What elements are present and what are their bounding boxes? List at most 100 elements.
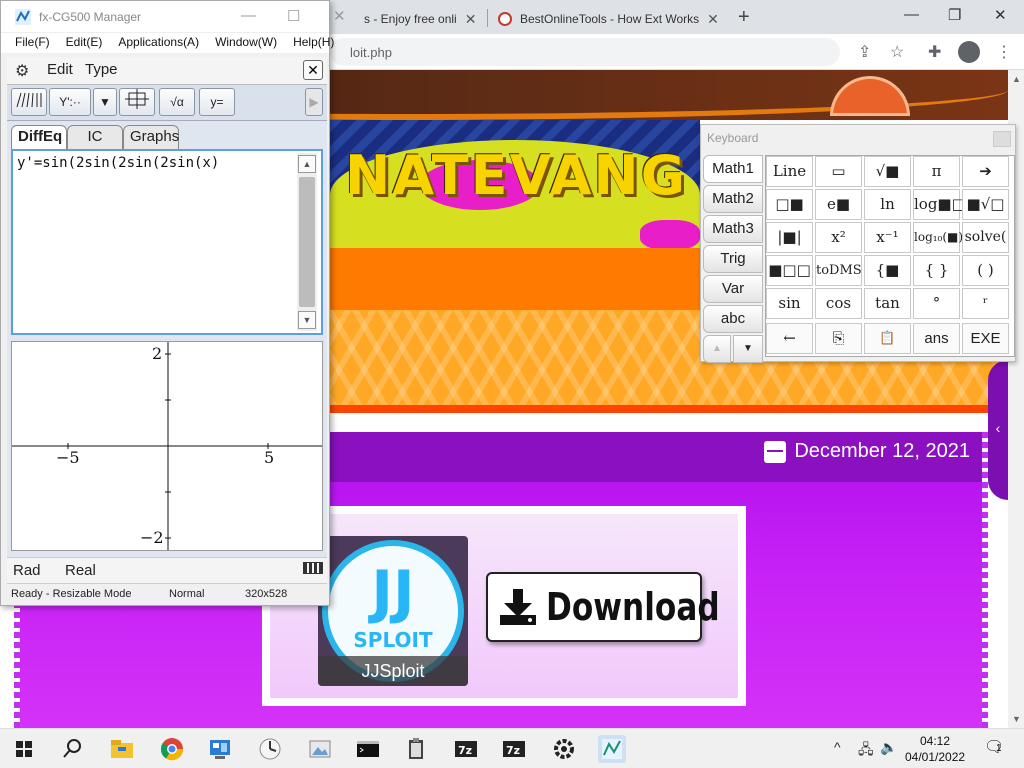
angle-mode[interactable]: Rad xyxy=(13,562,41,579)
tab-close-icon[interactable]: ✕ xyxy=(465,11,477,28)
key-store[interactable]: ➔ xyxy=(962,156,1009,187)
profile-avatar-icon[interactable] xyxy=(958,41,980,63)
kb-tab-math3[interactable]: Math3 xyxy=(703,215,763,243)
dropdown-chevron-icon[interactable]: ▼ xyxy=(93,88,117,116)
fx-minimize-button[interactable]: — xyxy=(241,7,256,24)
command-prompt-icon[interactable] xyxy=(354,735,382,763)
key-cos[interactable]: cos xyxy=(815,288,862,319)
toolbar-scroll-right-icon[interactable]: ▶ xyxy=(305,88,323,116)
key-log-base[interactable]: log■□ xyxy=(913,189,966,220)
key-sin[interactable]: sin xyxy=(766,288,813,319)
key-exe[interactable]: EXE xyxy=(962,323,1009,354)
notepad-clipboard-icon[interactable] xyxy=(402,735,430,763)
clock-app-icon[interactable] xyxy=(256,735,284,763)
browser-tab-bestonlinetools[interactable]: BestOnlineTools - How Ext Works ✕ xyxy=(498,4,719,34)
windows-start-icon[interactable] xyxy=(10,735,38,763)
tray-expand-icon[interactable]: ^ xyxy=(834,739,841,755)
volume-icon[interactable]: 🔈 xyxy=(880,739,897,756)
restore-button[interactable]: ❐ xyxy=(948,6,961,24)
menu-file[interactable]: File(F) xyxy=(15,33,50,53)
key-inverse[interactable]: x⁻¹ xyxy=(864,222,911,253)
kb-tab-var[interactable]: Var xyxy=(703,275,763,303)
key-solve[interactable]: solve( xyxy=(962,222,1009,253)
jjsploit-logo[interactable]: JJ SPLOIT JJSploit xyxy=(318,536,468,686)
key-square[interactable]: x² xyxy=(815,222,862,253)
browser-tab-games[interactable]: s - Enjoy free onli ✕ xyxy=(364,4,476,34)
number-mode[interactable]: Real xyxy=(65,562,96,579)
key-log10[interactable]: log₁₀(■) xyxy=(913,222,963,253)
key-todms[interactable]: toDMS xyxy=(815,255,862,286)
app-menu-edit[interactable]: Edit xyxy=(47,61,73,78)
key-pi[interactable]: π xyxy=(913,156,960,187)
key-piecewise[interactable]: {■ xyxy=(864,255,911,286)
kb-tab-trig[interactable]: Trig xyxy=(703,245,763,273)
fx-close-button[interactable]: ✕ xyxy=(333,7,346,25)
control-panel-icon[interactable] xyxy=(206,735,234,763)
key-exp[interactable]: e■ xyxy=(815,189,862,220)
key-braces[interactable]: { } xyxy=(913,255,960,286)
tab-ic[interactable]: IC xyxy=(67,125,123,149)
network-icon[interactable]: 🖧 xyxy=(858,739,874,763)
app-menu-type[interactable]: Type xyxy=(85,61,118,78)
fx-maximize-button[interactable]: ☐ xyxy=(287,7,300,25)
scroll-up-arrow-icon[interactable]: ▲ xyxy=(1012,74,1021,84)
settings-gear-icon[interactable] xyxy=(550,735,578,763)
scroll-thumb[interactable] xyxy=(299,177,315,307)
menu-help[interactable]: Help(H) xyxy=(293,33,334,53)
editor-scrollbar[interactable]: ▲ ▼ xyxy=(297,153,317,331)
key-degree[interactable]: ° xyxy=(913,288,960,319)
slope-field-button[interactable] xyxy=(11,88,47,116)
key-tan[interactable]: tan xyxy=(864,288,911,319)
key-ans[interactable]: ans xyxy=(913,323,960,354)
equation-editor[interactable]: y'=sin(2sin(2sin(2sin(x) ▲ ▼ xyxy=(11,149,323,335)
yprime-type-button[interactable]: Y':·· xyxy=(49,88,91,116)
kb-tab-math2[interactable]: Math2 xyxy=(703,185,763,213)
key-sqrt[interactable]: √■ xyxy=(864,156,911,187)
bookmark-star-icon[interactable]: ☆ xyxy=(890,42,904,62)
tab-diffeq[interactable]: DiffEq xyxy=(11,125,67,149)
yequals-button[interactable]: y= xyxy=(199,88,235,116)
gear-icon[interactable]: ⚙ xyxy=(15,61,29,81)
share-icon[interactable]: ⇪ xyxy=(858,42,871,62)
search-icon[interactable] xyxy=(58,735,86,763)
kb-scroll-down-icon[interactable]: ▼ xyxy=(733,335,763,363)
key-radian[interactable]: ʳ xyxy=(962,288,1009,319)
site-brand-title[interactable]: NATEVANG xyxy=(345,144,687,207)
sqrt-alpha-button[interactable]: √α xyxy=(159,88,195,116)
menu-applications[interactable]: Applications(A) xyxy=(118,33,199,53)
scroll-down-arrow-icon[interactable]: ▼ xyxy=(1012,714,1021,724)
zoom-fit-button[interactable] xyxy=(119,88,155,116)
menu-edit[interactable]: Edit(E) xyxy=(66,33,103,53)
sidebar-toggle[interactable]: ‹ xyxy=(988,360,1008,500)
key-nth-root[interactable]: ■√□ xyxy=(962,189,1009,220)
key-fraction[interactable]: ▭ xyxy=(815,156,862,187)
taskbar-clock[interactable]: 04:12 04/01/2022 xyxy=(905,733,965,765)
graph-window[interactable]: 2 −2 −5 5 xyxy=(11,341,323,551)
extensions-puzzle-icon[interactable]: ✚ xyxy=(928,42,941,62)
key-power[interactable]: □■ xyxy=(766,189,813,220)
address-bar[interactable]: loit.php xyxy=(330,38,840,66)
key-abs[interactable]: |■| xyxy=(766,222,813,253)
close-window-button[interactable]: ✕ xyxy=(994,6,1007,24)
tab-graphs[interactable]: Graphs xyxy=(123,125,179,149)
new-tab-button[interactable]: + xyxy=(738,6,750,29)
download-button[interactable]: Download xyxy=(486,572,720,642)
file-explorer-icon[interactable] xyxy=(108,735,136,763)
menu-window[interactable]: Window(W) xyxy=(215,33,277,53)
key-paste-icon[interactable]: 📋 xyxy=(864,323,911,354)
key-parens[interactable]: ( ) xyxy=(962,255,1009,286)
7zip-icon[interactable]: 7z xyxy=(452,735,480,763)
key-copy-icon[interactable]: ⎘ xyxy=(815,323,862,354)
chrome-icon[interactable] xyxy=(158,735,186,763)
fx-cg500-taskbar-icon[interactable] xyxy=(598,735,626,763)
kb-tab-abc[interactable]: abc xyxy=(703,305,763,333)
kb-scroll-up-icon[interactable]: ▲ xyxy=(703,335,731,363)
key-matrix[interactable]: ■□□ xyxy=(766,255,813,286)
minimize-button[interactable]: — xyxy=(904,6,919,23)
keyboard-close-button[interactable] xyxy=(993,131,1011,147)
key-line[interactable]: Line xyxy=(766,156,813,187)
scroll-down-arrow-icon[interactable]: ▼ xyxy=(298,311,316,329)
kb-tab-math1[interactable]: Math1 xyxy=(703,155,763,183)
key-ln[interactable]: ln xyxy=(864,189,911,220)
key-backspace-icon[interactable]: ← xyxy=(766,323,813,354)
